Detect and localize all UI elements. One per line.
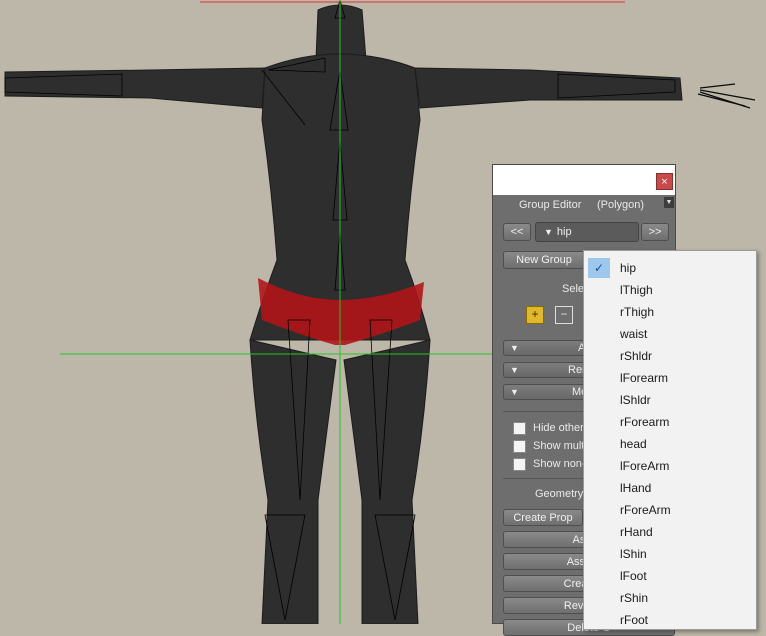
dropdown-triangle-icon: ▼: [544, 227, 553, 237]
dropdown-item-label: lShin: [620, 547, 647, 561]
dropdown-item-label: lFoot: [620, 569, 647, 583]
hand-skeleton: [697, 83, 756, 109]
select-label: Sele: [562, 283, 585, 295]
dropdown-item-rshldr[interactable]: rShldr: [584, 345, 756, 367]
dropdown-item-lshin[interactable]: lShin: [584, 543, 756, 565]
dropdown-item-head[interactable]: head: [584, 433, 756, 455]
dropdown-item-label: lShldr: [620, 393, 651, 407]
dropdown-item-lforearm[interactable]: lForeArm: [584, 455, 756, 477]
dropdown-item-hip[interactable]: ✓ hip: [584, 257, 756, 279]
group-dropdown-list: ✓ hip lThigh rThigh waist rShldr lForearm lShld…: [583, 250, 757, 630]
dropdown-item-label: rForearm: [620, 415, 670, 429]
panel-title: Group Editor: [519, 199, 582, 211]
dropdown-item-label: head: [620, 437, 647, 451]
prev-group-button[interactable]: <<: [503, 223, 531, 241]
dropdown-items: ✓ hip lThigh rThigh waist rShldr lForearm lShld…: [584, 251, 756, 631]
checkbox[interactable]: [513, 439, 526, 453]
group-select[interactable]: ▼ hip: [535, 222, 639, 242]
new-group-button[interactable]: New Group: [503, 251, 585, 269]
dropdown-item-rthigh[interactable]: rThigh: [584, 301, 756, 323]
dropdown-item-label: rHand: [620, 525, 653, 539]
dropdown-item-lshldr[interactable]: lShldr: [584, 389, 756, 411]
dropdown-item-label: rShldr: [620, 349, 653, 363]
dropdown-item-label: waist: [620, 327, 648, 341]
dropdown-item-rfoot[interactable]: rFoot: [584, 609, 756, 631]
checkbox[interactable]: [513, 457, 526, 471]
dropdown-item-rforearm[interactable]: rForeArm: [584, 499, 756, 521]
dropdown-item-lhand[interactable]: lHand: [584, 477, 756, 499]
panel-header: Group Editor (Polygon) ▼: [493, 197, 675, 215]
dropdown-item-label: lHand: [620, 481, 652, 495]
checkmark-icon: ✓: [588, 258, 610, 278]
checkbox[interactable]: [513, 421, 526, 435]
remove-select-icon[interactable]: −: [555, 306, 573, 324]
chevron-down-icon[interactable]: ▼: [664, 197, 674, 208]
show-mult-checkbox[interactable]: Show mult: [513, 439, 584, 455]
show-non-checkbox[interactable]: Show non-: [513, 457, 586, 473]
dropdown-item-rforearm[interactable]: rForearm: [584, 411, 756, 433]
close-button[interactable]: ×: [656, 173, 673, 190]
dropdown-item-label: hip: [620, 261, 637, 275]
dropdown-item-label: rShin: [620, 591, 649, 605]
dropdown-item-label: rFoot: [620, 613, 649, 627]
dropdown-item-lthigh[interactable]: lThigh: [584, 279, 756, 301]
expand-triangle-icon: ▼: [510, 365, 519, 375]
panel-mode: (Polygon): [597, 199, 645, 211]
dropdown-item-label: lForearm: [620, 371, 669, 385]
add-select-icon[interactable]: +: [526, 306, 544, 324]
group-select-value: hip: [556, 226, 572, 238]
dropdown-item-lfoot[interactable]: lFoot: [584, 565, 756, 587]
dropdown-item-label: lThigh: [620, 283, 653, 297]
expand-triangle-icon: ▼: [510, 343, 519, 353]
dropdown-item-waist[interactable]: waist: [584, 323, 756, 345]
dropdown-item-label: rForeArm: [620, 503, 671, 517]
dropdown-item-rshin[interactable]: rShin: [584, 587, 756, 609]
dropdown-item-rhand[interactable]: rHand: [584, 521, 756, 543]
next-group-button[interactable]: >>: [641, 223, 669, 241]
geometry-label: Geometry: [535, 488, 584, 500]
dropdown-item-label: lForeArm: [620, 459, 670, 473]
expand-triangle-icon: ▼: [510, 387, 519, 397]
panel-titlebar[interactable]: ×: [493, 165, 675, 195]
dropdown-item-lforearm[interactable]: lForearm: [584, 367, 756, 389]
hide-other-checkbox[interactable]: Hide other: [513, 421, 584, 437]
create-prop-button[interactable]: Create Prop: [503, 509, 583, 526]
dropdown-item-label: rThigh: [620, 305, 655, 319]
